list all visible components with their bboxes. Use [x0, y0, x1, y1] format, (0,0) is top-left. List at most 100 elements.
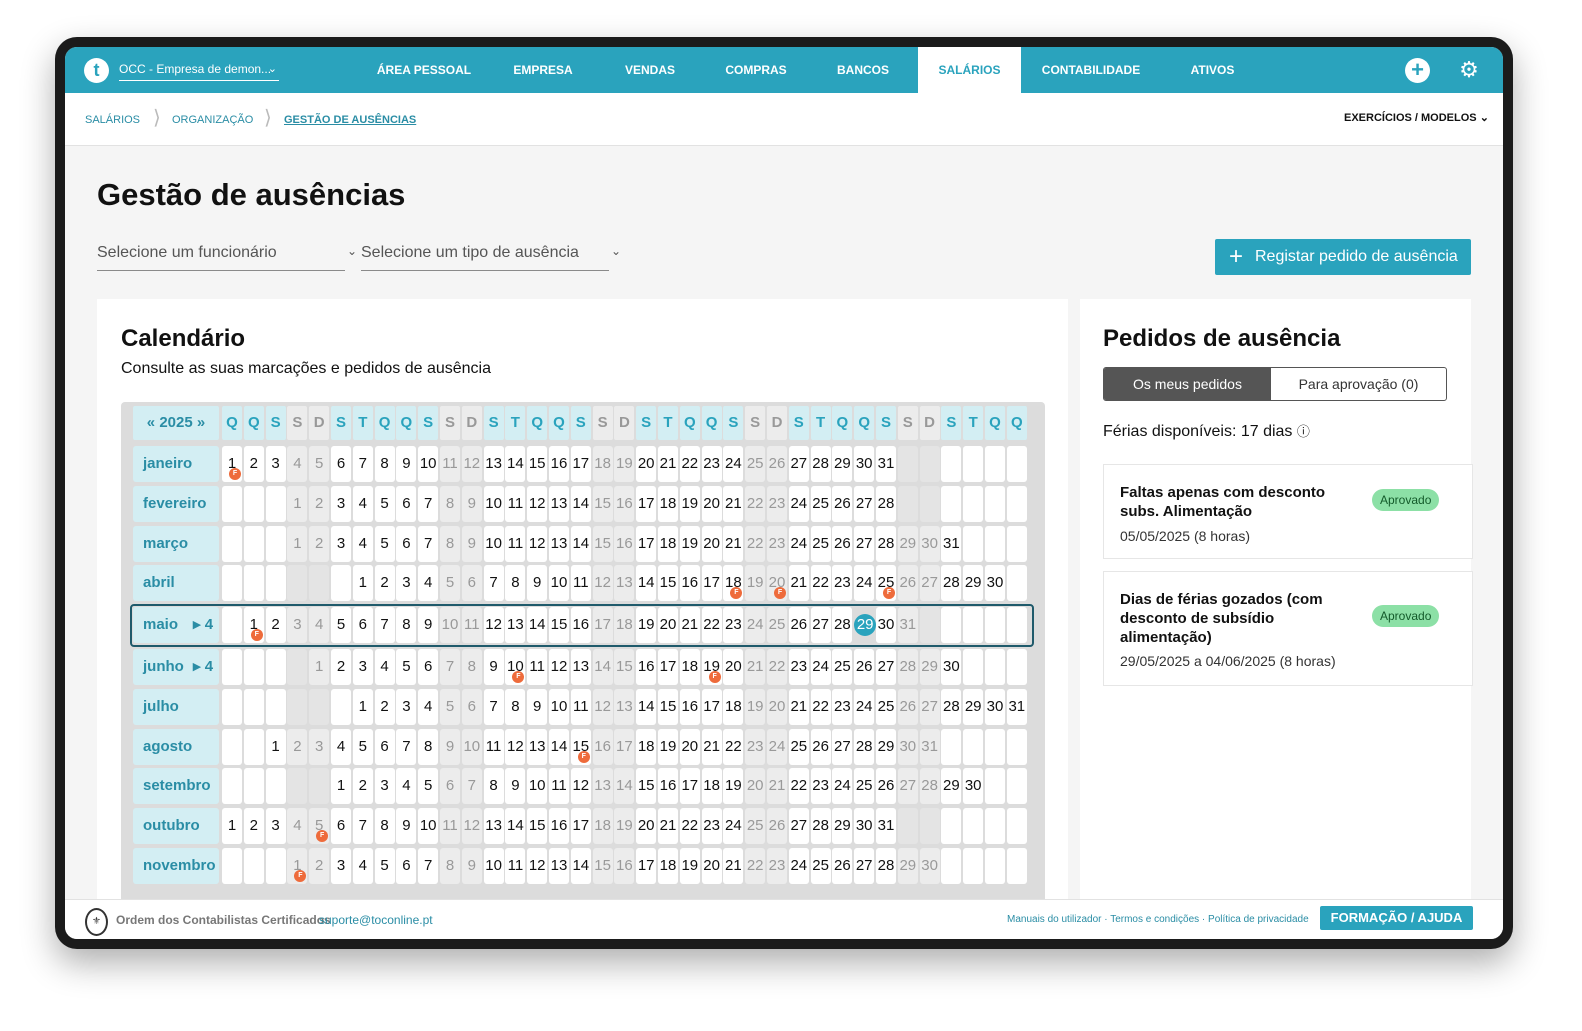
day-cell[interactable]: 15 [636, 768, 657, 805]
day-cell[interactable]: 8 [505, 688, 526, 725]
day-cell[interactable]: 11 [505, 848, 526, 884]
day-cell[interactable]: 27 [919, 688, 940, 725]
day-cell[interactable]: 17 [570, 808, 591, 845]
day-cell[interactable]: 7 [483, 565, 504, 602]
day-cell[interactable]: 6 [461, 688, 482, 725]
day-cell[interactable]: 11 [505, 525, 526, 562]
day-cell[interactable]: 11 [483, 728, 504, 765]
day-cell[interactable]: 19 [679, 525, 700, 562]
day-cell[interactable]: 18 [723, 688, 744, 725]
month-label-janeiro[interactable]: janeiro [133, 446, 219, 482]
support-email-link[interactable]: suporte@toconline.pt [319, 913, 433, 927]
day-cell[interactable]: 3 [396, 688, 417, 725]
day-cell[interactable]: 15 F [570, 728, 591, 765]
day-cell[interactable]: 11 [527, 649, 548, 685]
day-cell[interactable]: 27 [832, 728, 853, 765]
day-cell[interactable]: 15 [592, 848, 613, 884]
day-cell[interactable]: 31 [919, 728, 940, 765]
day-cell[interactable]: 16 [658, 768, 678, 805]
day-cell[interactable]: 10 [527, 768, 548, 805]
day-cell[interactable]: 10 [483, 848, 504, 884]
breadcrumb-gestao-ausencias[interactable]: GESTÃO DE AUSÊNCIAS [284, 114, 416, 126]
day-cell[interactable]: 27 [788, 808, 809, 845]
day-cell[interactable]: 20 [636, 446, 657, 482]
day-cell[interactable]: 16 [549, 446, 569, 482]
day-cell[interactable]: 28 [876, 525, 896, 562]
day-cell[interactable]: 15 [527, 808, 548, 845]
help-training-button[interactable]: FORMAÇÃO / AJUDA [1320, 906, 1473, 930]
nav-tab-empresa[interactable]: EMPRESA [495, 47, 591, 93]
month-label-novembro[interactable]: novembro [133, 848, 219, 884]
day-cell[interactable]: 3 [331, 848, 351, 884]
day-cell[interactable]: 9 [505, 768, 526, 805]
day-cell[interactable]: 28 [919, 768, 940, 805]
day-cell[interactable]: 28 [876, 848, 896, 884]
day-cell[interactable]: 9 [396, 808, 417, 845]
day-cell[interactable]: 10 [418, 446, 439, 482]
day-cell[interactable]: 9 [527, 688, 548, 725]
day-cell[interactable]: 12 [461, 446, 482, 482]
day-cell[interactable]: 23 [810, 768, 831, 805]
day-cell[interactable]: 17 [614, 728, 635, 765]
month-label-setembro[interactable]: setembro [133, 768, 219, 805]
next-year-icon[interactable]: » [197, 414, 205, 431]
day-cell[interactable]: 25 [745, 808, 766, 845]
day-cell[interactable]: 15 [592, 485, 613, 522]
day-cell[interactable]: 27 [854, 525, 875, 562]
day-cell[interactable]: 14 [570, 848, 591, 884]
day-cell[interactable]: 8 [440, 485, 460, 522]
day-cell[interactable]: 1 [265, 728, 286, 765]
day-cell[interactable]: 24 [723, 446, 744, 482]
day-cell[interactable]: 22 [810, 688, 831, 725]
day-cell[interactable]: 18 [636, 728, 657, 765]
day-cell[interactable]: 28 [941, 565, 962, 602]
day-cell[interactable]: 9 [461, 485, 482, 522]
day-cell[interactable]: 1 [352, 565, 373, 602]
day-cell[interactable]: 7 [396, 728, 417, 765]
day-cell[interactable]: 14 [570, 485, 591, 522]
day-cell[interactable]: 20 [723, 649, 744, 685]
day-cell[interactable]: 5 [440, 688, 460, 725]
day-cell[interactable]: 28 [810, 446, 831, 482]
day-cell[interactable]: 6 [396, 848, 417, 884]
month-label-abril[interactable]: abril [133, 565, 219, 602]
day-cell[interactable]: 6 [418, 649, 439, 685]
day-cell[interactable]: 17 [570, 446, 591, 482]
day-cell[interactable]: 16 [679, 565, 700, 602]
day-cell[interactable]: 17 [636, 485, 657, 522]
day-cell[interactable]: 12 [505, 728, 526, 765]
day-cell[interactable]: 2 [243, 808, 264, 845]
day-cell[interactable]: 22 [745, 848, 766, 884]
day-cell[interactable]: 21 [723, 525, 744, 562]
nav-tab-bancos[interactable]: BANCOS [820, 47, 906, 93]
day-cell[interactable]: 23 [767, 525, 787, 562]
day-cell[interactable]: 15 [614, 649, 635, 685]
day-cell[interactable]: 22 [788, 768, 809, 805]
day-cell[interactable]: 20 [701, 525, 722, 562]
day-cell[interactable]: 19 [658, 728, 678, 765]
day-cell[interactable]: 14 [636, 688, 657, 725]
day-cell[interactable]: 9 [483, 649, 504, 685]
day-cell[interactable]: 26 [897, 565, 918, 602]
day-cell[interactable]: 26 [832, 848, 853, 884]
day-cell[interactable]: 22 [745, 525, 766, 562]
day-cell[interactable]: 2 [309, 848, 330, 884]
day-cell[interactable]: 13 [483, 446, 504, 482]
day-cell[interactable]: 19 [745, 688, 766, 725]
day-cell[interactable]: 19 [614, 446, 635, 482]
day-cell[interactable]: 30 [897, 728, 918, 765]
day-cell[interactable]: 6 [396, 525, 417, 562]
day-cell[interactable]: 16 [549, 808, 569, 845]
day-cell[interactable]: 18 [658, 485, 678, 522]
day-cell[interactable]: 16 [614, 485, 635, 522]
day-cell[interactable]: 27 [854, 848, 875, 884]
day-cell[interactable]: 10 F [505, 649, 526, 685]
day-cell[interactable]: 13 [527, 728, 548, 765]
day-cell[interactable]: 5F [309, 808, 330, 845]
day-cell[interactable]: 17 [636, 848, 657, 884]
day-cell[interactable]: 1 [331, 768, 351, 805]
request-item[interactable]: Dias de férias gozados (com desconto de … [1103, 571, 1473, 686]
day-cell[interactable]: 14 [570, 525, 591, 562]
day-cell[interactable]: 16 [636, 649, 657, 685]
day-cell[interactable]: 13 [614, 688, 635, 725]
